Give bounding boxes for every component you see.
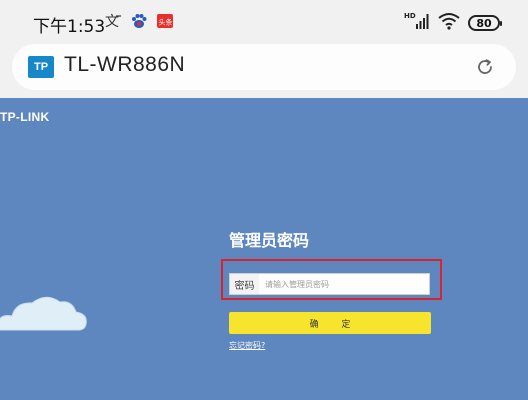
- password-input[interactable]: [259, 273, 430, 295]
- password-label: 密码: [229, 273, 260, 295]
- status-bar: 下午1:53 文 头条 HD 80: [0, 0, 528, 44]
- status-right: HD 80: [404, 12, 502, 34]
- tp-link-logo: TP-LINK: [0, 110, 50, 124]
- wifi-icon: [438, 12, 460, 34]
- reload-icon[interactable]: [474, 56, 496, 78]
- toutiao-icon: 头条: [156, 12, 174, 30]
- battery-indicator: 80: [468, 15, 502, 31]
- forgot-password-link[interactable]: 忘记密码?: [229, 340, 265, 351]
- translate-icon: 文: [104, 12, 122, 30]
- baidu-paw-icon: [130, 12, 148, 30]
- login-title: 管理员密码: [229, 231, 310, 250]
- notification-icons: 文 头条: [104, 12, 174, 30]
- confirm-button[interactable]: 确 定: [229, 312, 431, 334]
- cloud-illustration: [0, 288, 92, 337]
- site-logo: TP: [28, 56, 54, 78]
- page-title[interactable]: TL-WR886N: [64, 53, 185, 77]
- router-login-page: TP-LINK 管理员密码 密码 确 定 忘记密码?: [0, 98, 528, 400]
- status-time: 下午1:53: [33, 17, 106, 37]
- svg-text:头条: 头条: [159, 18, 173, 27]
- signal-icon: HD: [404, 12, 430, 34]
- svg-text:HD: HD: [404, 12, 416, 20]
- address-bar[interactable]: TP TL-WR886N: [12, 44, 516, 90]
